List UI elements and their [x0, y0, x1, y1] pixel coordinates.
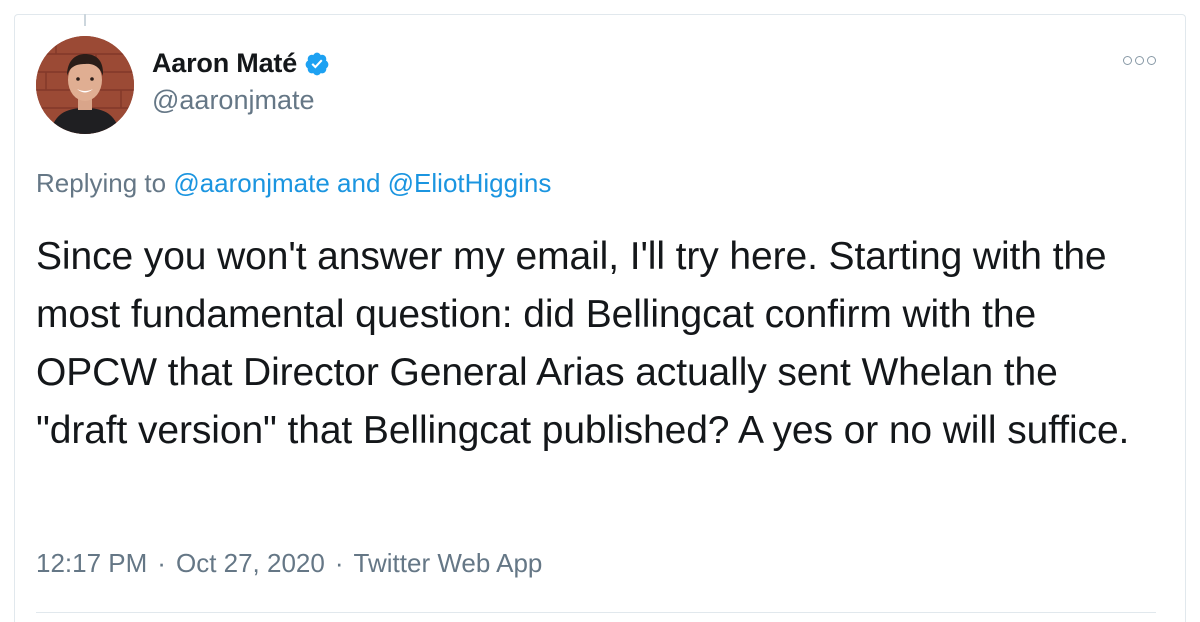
- reply-mention-aaronjmate[interactable]: @aaronjmate: [173, 168, 329, 198]
- replying-to-label: Replying to: [36, 168, 167, 198]
- tweet-date[interactable]: Oct 27, 2020: [176, 548, 325, 579]
- more-dot: [1135, 56, 1144, 65]
- author-handle[interactable]: @aaronjmate: [152, 85, 330, 116]
- more-options-icon[interactable]: [1123, 56, 1156, 65]
- tweet-time[interactable]: 12:17 PM: [36, 548, 147, 579]
- author-name[interactable]: Aaron Maté: [152, 48, 297, 79]
- avatar-photo-icon: [36, 36, 134, 134]
- verified-badge-icon: [305, 52, 329, 75]
- reply-conjunction: and: [337, 168, 381, 198]
- more-dot: [1147, 56, 1156, 65]
- avatar[interactable]: [36, 36, 134, 134]
- more-dot: [1123, 56, 1132, 65]
- thread-connector-line: [84, 14, 86, 26]
- reply-mention-eliothiggins[interactable]: @EliotHiggins: [388, 168, 552, 198]
- author-block: Aaron Maté @aaronjmate: [152, 48, 330, 116]
- tweet-source[interactable]: Twitter Web App: [354, 548, 543, 579]
- meta-separator: ·: [157, 548, 166, 578]
- tweet-text: Since you won't answer my email, I'll tr…: [36, 235, 1130, 452]
- meta-separator: ·: [334, 548, 344, 578]
- tweet-metadata: 12:17 PM · Oct 27, 2020 · Twitter Web Ap…: [36, 548, 542, 579]
- author-name-row: Aaron Maté: [152, 48, 330, 79]
- divider: [36, 612, 1156, 613]
- replying-to-line: Replying to @aaronjmate and @EliotHiggin…: [36, 168, 551, 199]
